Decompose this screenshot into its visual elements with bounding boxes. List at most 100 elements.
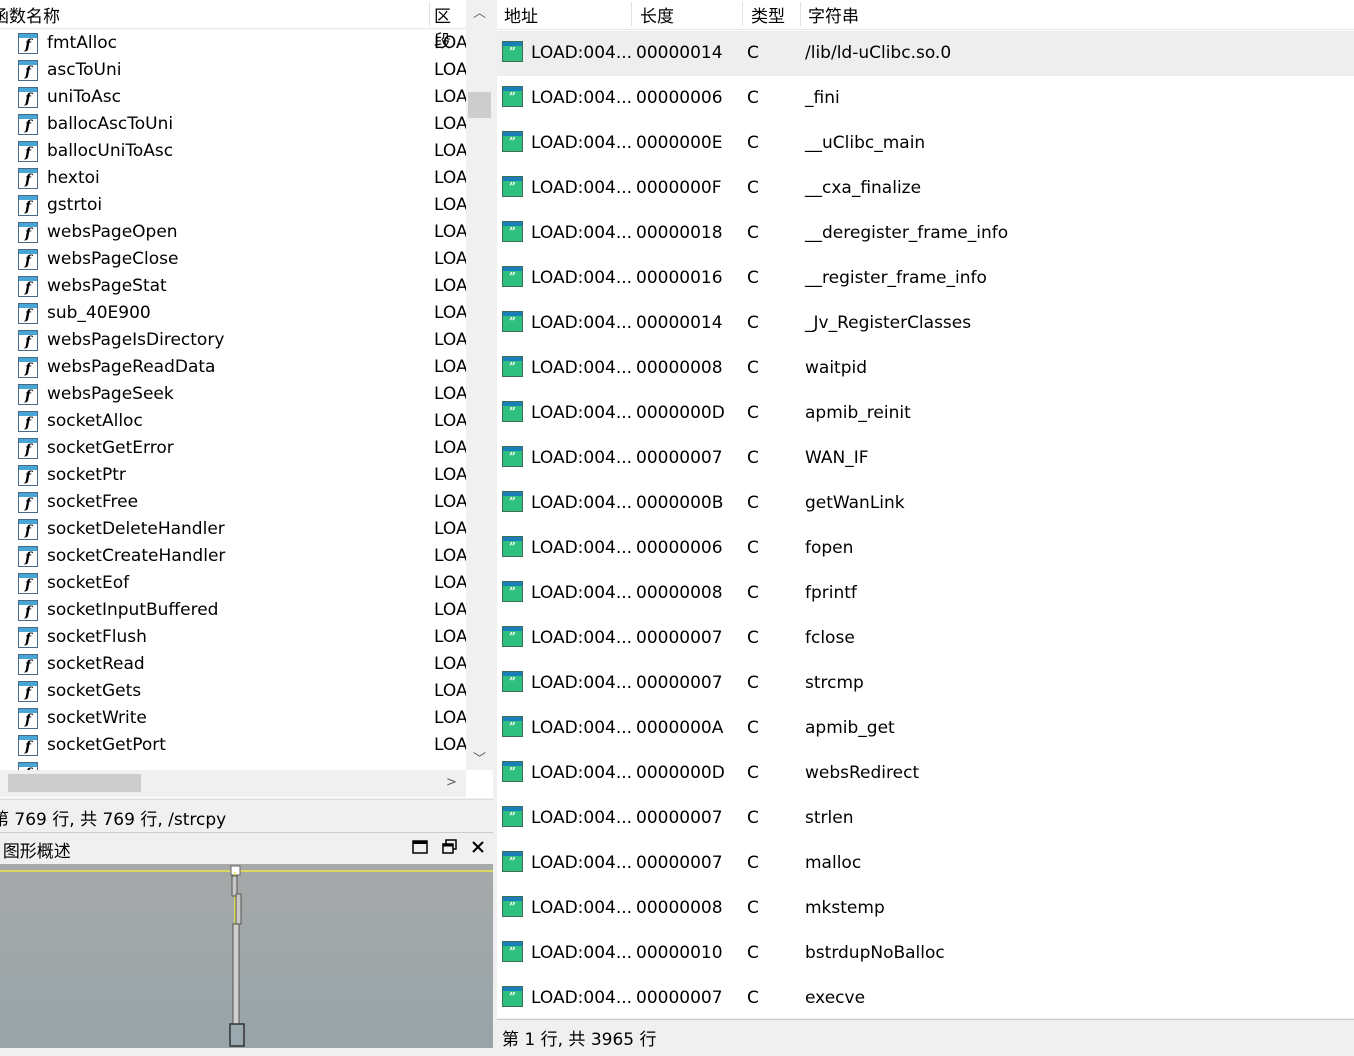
column-header-function-name[interactable]: 函数名称 [0,2,60,27]
string-row[interactable]: ” LOAD:004... 00000008 Cmkstemp [497,886,1354,931]
string-value: strcmp [805,673,864,693]
restore-icon[interactable] [441,838,459,856]
function-list-horizontal-scrollbar[interactable]: > [0,770,466,797]
function-name: fmtAlloc [47,33,118,53]
function-name: websPageStat [47,276,167,296]
function-name: hextoi [47,168,100,188]
function-segment: LOA [434,708,468,728]
string-row[interactable]: ” LOAD:004... 00000007 Cfclose [497,616,1354,661]
string-address: LOAD:004... [531,493,633,513]
function-segment: LOA [434,276,468,296]
function-row[interactable]: f websPageClose LOA [0,247,468,274]
string-row[interactable]: ” LOAD:004... 00000007 C WAN_IF [497,436,1354,481]
string-value: fprintf [805,583,857,603]
string-row[interactable]: ” LOAD:004... 0000000E C __uClibc_main [497,121,1354,166]
function-row[interactable]: f socketInputBuffered LOA [0,598,468,625]
close-icon[interactable] [469,838,487,856]
function-icon: f [18,141,38,162]
string-icon: ” [502,356,523,377]
string-row[interactable]: ” LOAD:004... 0000000F C __cxa_finalize [497,166,1354,211]
column-divider[interactable] [800,2,801,26]
function-list-panel: 函数名称 区段 f fmtAlloc LOA f ascToUni LOA f uniToAs… [0,0,493,798]
column-divider[interactable] [429,2,430,26]
graph-overview-canvas[interactable] [0,864,493,1048]
function-row[interactable]: f socketPtr LOA [0,463,468,490]
string-row[interactable]: ” LOAD:004... 00000018 C __deregister_frame_… [497,211,1354,256]
string-type: C [747,448,759,468]
column-header-type[interactable]: 类型 [751,2,785,27]
function-row[interactable]: f fmtAlloc LOA [0,31,468,58]
function-name: websPageReadData [47,357,216,377]
function-segment: LOA [434,114,468,134]
string-type: C [747,808,759,828]
string-row[interactable]: ” LOAD:004... 00000016 C __register_frame_in… [497,256,1354,301]
function-list-header: 函数名称 区段 [0,0,466,52]
function-row[interactable]: f websPageSeek LOA [0,382,468,409]
string-type: C [747,628,759,648]
function-row[interactable]: f socketRead LOA [0,652,468,679]
scrollbar-thumb[interactable] [8,774,141,792]
string-row[interactable]: ” LOAD:004... 0000000A Capmib_get [497,706,1354,751]
string-row[interactable]: ” LOAD:004... 00000007 Cexecve [497,976,1354,1018]
column-header-address[interactable]: 地址 [504,2,538,27]
string-row[interactable]: ” LOAD:004... 00000006 C _fini [497,76,1354,121]
string-row[interactable]: ” LOAD:004... 00000007 Cmalloc [497,841,1354,886]
string-row[interactable]: ” LOAD:004... 00000007 Cstrcmp [497,661,1354,706]
function-row[interactable]: f gstrtoi LOA [0,193,468,220]
scrollbar-thumb[interactable] [468,92,491,118]
function-row[interactable]: f ascToUni LOA [0,58,468,85]
string-row[interactable]: ” LOAD:004... 0000000B CgetWanLink [497,481,1354,526]
function-row[interactable]: f ballocUniToAsc LOA [0,139,468,166]
function-row[interactable]: f socketCreateHandler LOA [0,544,468,571]
function-name: websPageSeek [47,384,174,404]
function-row[interactable]: f socketFlush LOA [0,625,468,652]
function-row[interactable]: f socketWrite LOA [0,706,468,733]
function-row[interactable]: f hextoi LOA [0,166,468,193]
function-row[interactable]: f socketEof LOA [0,571,468,598]
string-row[interactable]: ” LOAD:004... 0000000D Capmib_reinit [497,391,1354,436]
string-row[interactable]: ” LOAD:004... 00000014 C _Jv_RegisterClasses [497,301,1354,346]
column-header-string[interactable]: 字符串 [808,2,859,27]
string-row[interactable]: ” LOAD:004... 00000006 Cfopen [497,526,1354,571]
function-row[interactable]: f socketGetPort LOA [0,733,468,760]
function-row[interactable]: f websPageReadData LOA [0,355,468,382]
scroll-right-icon[interactable]: > [446,775,457,790]
function-row[interactable]: f websPageIsDirectory LOA [0,328,468,355]
column-header-length[interactable]: 长度 [640,2,674,27]
string-address: LOAD:004... [531,403,633,423]
function-row[interactable]: f socketGets LOA [0,679,468,706]
function-row[interactable]: f socketGetError LOA [0,436,468,463]
string-row[interactable]: ” LOAD:004... 00000014 C/lib/ld-uClibc.so.0 [497,31,1354,76]
function-row[interactable]: f socketAlloc LOA [0,409,468,436]
string-row[interactable]: ” LOAD:004... 00000008 Cwaitpid [497,346,1354,391]
string-type: C [747,403,759,423]
function-list-vertical-scrollbar[interactable]: ︿ ﹀ [466,0,493,770]
string-length: 0000000F [636,178,722,198]
column-divider[interactable] [631,2,632,26]
string-length: 0000000D [636,763,725,783]
function-row[interactable]: f ballocAscToUni LOA [0,112,468,139]
string-row[interactable]: ” LOAD:004... 00000007 Cstrlen [497,796,1354,841]
maximize-icon[interactable] [411,838,429,856]
string-row[interactable]: ” LOAD:004... 0000000D CwebsRedirect [497,751,1354,796]
function-row[interactable]: f websPageStat LOA [0,274,468,301]
string-type: C [747,358,759,378]
column-divider[interactable] [742,2,743,26]
function-row[interactable]: f socketFree LOA [0,490,468,517]
string-row[interactable]: ” LOAD:004... 00000008 Cfprintf [497,571,1354,616]
string-length: 00000014 [636,313,723,333]
scroll-down-icon[interactable]: ﹀ [473,748,486,767]
scroll-up-icon[interactable]: ︿ [473,2,486,21]
function-icon: f [18,60,38,81]
string-value: malloc [805,853,862,873]
function-row[interactable]: f socketDeleteHandler LOA [0,517,468,544]
function-row[interactable]: f websPageOpen LOA [0,220,468,247]
string-row[interactable]: ” LOAD:004... 00000010 CbstrdupNoBalloc [497,931,1354,976]
function-row[interactable]: f sub_40E900 LOA [0,301,468,328]
function-name: socketGetError [47,438,174,458]
string-length: 00000007 [636,628,723,648]
string-length: 00000006 [636,88,723,108]
function-icon: f [18,384,38,405]
function-row[interactable]: f uniToAsc LOA [0,85,468,112]
string-type: C [747,223,759,243]
